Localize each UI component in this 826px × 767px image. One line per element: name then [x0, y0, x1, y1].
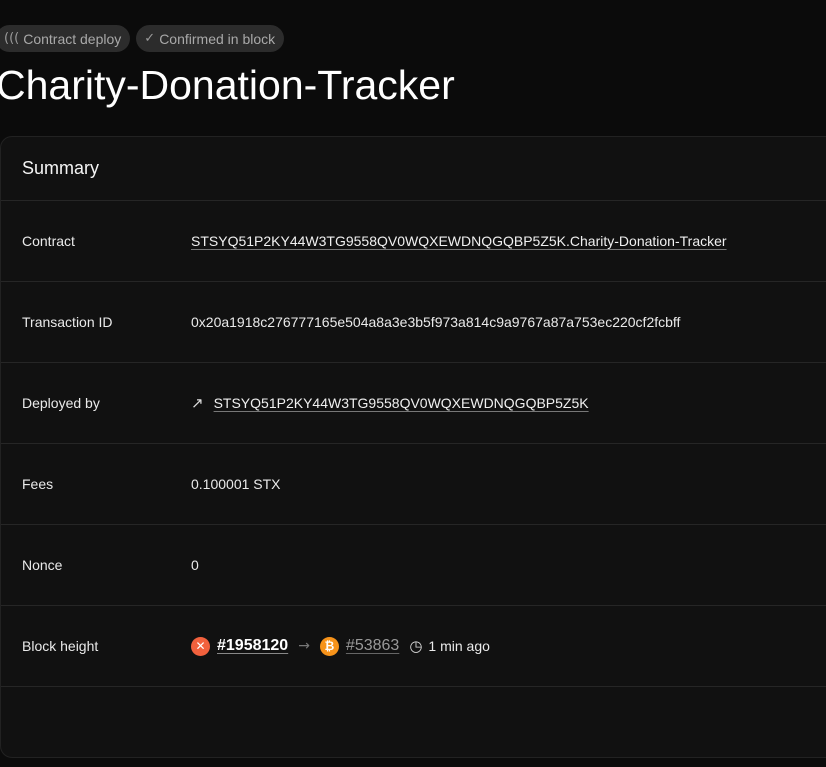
- confirmed-label: Confirmed in block: [159, 30, 276, 47]
- function-icon: (((: [4, 31, 20, 46]
- stx-block-link[interactable]: #1958120: [217, 637, 288, 655]
- bitcoin-icon: ₿: [319, 636, 339, 656]
- fees-label: Fees: [22, 476, 54, 492]
- fees-row: Fees 0.100001 STX: [1, 444, 826, 525]
- summary-heading: Summary: [1, 137, 826, 201]
- tx-badges: ((( Contract deploy ✓ Confirmed in block: [0, 25, 285, 52]
- confirmed-badge: ✓ Confirmed in block: [136, 25, 285, 52]
- arrow-right-icon: →: [298, 638, 310, 654]
- nonce-value: 0: [191, 557, 199, 573]
- clock-icon: ◷: [409, 637, 423, 655]
- nonce-label: Nonce: [22, 557, 63, 573]
- time-ago: 1 min ago: [428, 638, 490, 654]
- nonce-row: Nonce 0: [1, 525, 826, 606]
- deployer-address-link[interactable]: STSYQ51P2KY44W3TG9558QV0WQXEWDNQGQBP5Z5K: [214, 395, 589, 411]
- transaction-id-value: 0x20a1918c276777165e504a8a3e3b5f973a814c…: [191, 314, 681, 330]
- fees-value: 0.100001 STX: [191, 476, 281, 492]
- btc-block-link[interactable]: #53863: [346, 637, 399, 655]
- arrow-up-right-icon: ↗: [191, 394, 204, 412]
- contract-label: Contract: [22, 233, 75, 249]
- transaction-id-row: Transaction ID 0x20a1918c276777165e504a8…: [1, 282, 826, 363]
- next-row-partial: [1, 687, 826, 767]
- contract-row: Contract STSYQ51P2KY44W3TG9558QV0WQXEWDN…: [1, 201, 826, 282]
- block-height-row: Block height ✕ #1958120 → ₿ #53863 ◷ 1 m…: [1, 606, 826, 687]
- deployed-by-label: Deployed by: [22, 395, 100, 411]
- contract-deploy-badge: ((( Contract deploy: [0, 25, 131, 52]
- contract-link[interactable]: STSYQ51P2KY44W3TG9558QV0WQXEWDNQGQBP5Z5K…: [191, 233, 727, 249]
- block-height-label: Block height: [22, 638, 99, 654]
- contract-deploy-label: Contract deploy: [23, 30, 122, 47]
- summary-card: Summary Contract STSYQ51P2KY44W3TG9558QV…: [0, 136, 826, 758]
- check-icon: ✓: [144, 31, 156, 46]
- page-title: Charity-Donation-Tracker: [0, 62, 455, 108]
- stacks-icon: ✕: [191, 636, 210, 656]
- deployed-by-row: Deployed by ↗ STSYQ51P2KY44W3TG9558QV0WQ…: [1, 363, 826, 444]
- transaction-id-label: Transaction ID: [22, 314, 113, 330]
